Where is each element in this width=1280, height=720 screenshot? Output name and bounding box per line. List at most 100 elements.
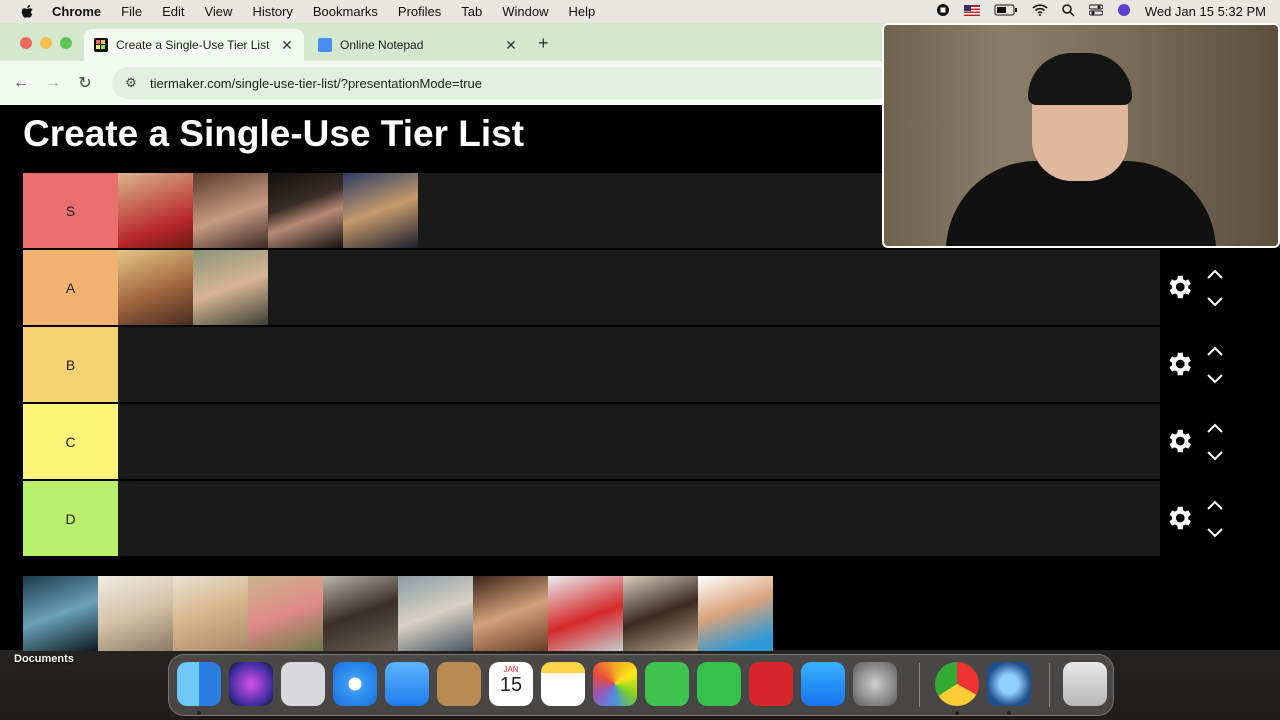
page-title: Create a Single-Use Tier List bbox=[23, 113, 525, 154]
url-text: tiermaker.com/single-use-tier-list/?pres… bbox=[150, 75, 483, 91]
move-down-icon[interactable] bbox=[1206, 527, 1224, 539]
pool-image[interactable] bbox=[623, 576, 698, 651]
tier-controls-a bbox=[1162, 250, 1232, 325]
minimize-window-button[interactable] bbox=[40, 37, 52, 49]
move-up-icon[interactable] bbox=[1206, 422, 1224, 434]
tier-row-a[interactable]: A bbox=[23, 250, 1160, 325]
tier-image[interactable] bbox=[193, 173, 268, 248]
notes-icon[interactable] bbox=[541, 662, 585, 706]
tier-image[interactable] bbox=[343, 173, 418, 248]
trash-icon[interactable] bbox=[1063, 662, 1107, 706]
tier-label[interactable]: S bbox=[23, 173, 118, 248]
calendar-icon[interactable]: JAN 15 bbox=[489, 662, 533, 706]
menu-help[interactable]: Help bbox=[569, 4, 596, 19]
facetime-icon[interactable] bbox=[697, 662, 741, 706]
pool-image[interactable] bbox=[548, 576, 623, 651]
messages-icon[interactable] bbox=[645, 662, 689, 706]
pool-image[interactable] bbox=[473, 576, 548, 651]
settings-gear-icon[interactable] bbox=[1164, 426, 1194, 456]
menu-view[interactable]: View bbox=[204, 4, 232, 19]
pool-image[interactable] bbox=[398, 576, 473, 651]
pool-image[interactable] bbox=[173, 576, 248, 651]
clock[interactable]: Wed Jan 15 5:32 PM bbox=[1145, 4, 1266, 19]
search-icon[interactable] bbox=[1062, 3, 1075, 20]
apple-icon[interactable] bbox=[20, 4, 36, 20]
record-icon[interactable] bbox=[936, 3, 950, 20]
quicktime-icon[interactable] bbox=[987, 662, 1031, 706]
menu-history[interactable]: History bbox=[252, 4, 292, 19]
launchpad-icon[interactable] bbox=[281, 662, 325, 706]
settings-gear-icon[interactable] bbox=[1164, 503, 1194, 533]
pool-image[interactable] bbox=[98, 576, 173, 651]
tier-images bbox=[118, 250, 268, 325]
move-up-icon[interactable] bbox=[1206, 499, 1224, 511]
site-settings-icon[interactable]: ⚙ bbox=[122, 75, 140, 91]
tier-image[interactable] bbox=[118, 173, 193, 248]
app-store-icon[interactable] bbox=[801, 662, 845, 706]
menu-tab[interactable]: Tab bbox=[461, 4, 482, 19]
contacts-icon[interactable] bbox=[437, 662, 481, 706]
wifi-icon[interactable] bbox=[1032, 4, 1048, 19]
presenter-beanie bbox=[1028, 53, 1132, 105]
tier-row-b[interactable]: B bbox=[23, 327, 1160, 402]
photo-booth-icon[interactable] bbox=[749, 662, 793, 706]
screen: Chrome File Edit View History Bookmarks … bbox=[0, 0, 1280, 720]
safari-icon[interactable] bbox=[333, 662, 377, 706]
tier-controls-b bbox=[1162, 327, 1232, 402]
menu-profiles[interactable]: Profiles bbox=[398, 4, 441, 19]
back-icon[interactable]: ← bbox=[10, 74, 32, 92]
address-bar[interactable]: ⚙ tiermaker.com/single-use-tier-list/?pr… bbox=[112, 67, 892, 99]
tier-row-c[interactable]: C bbox=[23, 404, 1160, 479]
calendar-day: 15 bbox=[499, 674, 523, 696]
tier-image[interactable] bbox=[268, 173, 343, 248]
tier-image[interactable] bbox=[118, 250, 193, 325]
move-down-icon[interactable] bbox=[1206, 296, 1224, 308]
siri-icon[interactable] bbox=[229, 662, 273, 706]
menu-file[interactable]: File bbox=[121, 4, 142, 19]
tiermaker-favicon-icon bbox=[94, 38, 108, 52]
move-down-icon[interactable] bbox=[1206, 450, 1224, 462]
pool-image[interactable] bbox=[323, 576, 398, 651]
menu-bookmarks[interactable]: Bookmarks bbox=[313, 4, 378, 19]
documents-folder-label[interactable]: Documents bbox=[14, 653, 74, 665]
system-settings-icon[interactable] bbox=[853, 662, 897, 706]
flag-icon[interactable] bbox=[963, 4, 980, 19]
control-center-icon[interactable] bbox=[1088, 4, 1104, 19]
tier-images bbox=[118, 173, 418, 248]
move-up-icon[interactable] bbox=[1206, 345, 1224, 357]
close-tab-icon[interactable]: ✕ bbox=[280, 37, 294, 54]
siri-menu-icon[interactable] bbox=[1117, 3, 1131, 20]
menu-window[interactable]: Window bbox=[502, 4, 548, 19]
forward-icon[interactable]: → bbox=[42, 74, 64, 92]
photos-icon[interactable] bbox=[593, 662, 637, 706]
tier-label[interactable]: D bbox=[23, 481, 118, 556]
tier-label[interactable]: C bbox=[23, 404, 118, 479]
tier-row-d[interactable]: D bbox=[23, 481, 1160, 556]
finder-icon[interactable] bbox=[177, 662, 221, 706]
tab-tiermaker[interactable]: Create a Single-Use Tier List ✕ bbox=[84, 29, 304, 61]
tier-image[interactable] bbox=[193, 250, 268, 325]
tier-label[interactable]: B bbox=[23, 327, 118, 402]
close-tab-icon[interactable]: ✕ bbox=[504, 37, 518, 54]
webcam-overlay bbox=[882, 23, 1280, 248]
pool-image[interactable] bbox=[248, 576, 323, 651]
pool-image[interactable] bbox=[698, 576, 773, 651]
chrome-icon[interactable] bbox=[935, 662, 979, 706]
move-down-icon[interactable] bbox=[1206, 373, 1224, 385]
menu-edit[interactable]: Edit bbox=[162, 4, 184, 19]
reload-icon[interactable]: ↻ bbox=[74, 73, 96, 93]
tab-online-notepad[interactable]: Online Notepad ✕ bbox=[308, 29, 528, 61]
close-window-button[interactable] bbox=[20, 37, 32, 49]
new-tab-icon[interactable]: + bbox=[538, 33, 549, 54]
mail-icon[interactable] bbox=[385, 662, 429, 706]
menu-app-name[interactable]: Chrome bbox=[52, 4, 101, 19]
settings-gear-icon[interactable] bbox=[1164, 272, 1194, 302]
battery-icon[interactable] bbox=[994, 4, 1018, 19]
settings-gear-icon[interactable] bbox=[1164, 349, 1194, 379]
zoom-window-button[interactable] bbox=[60, 37, 72, 49]
pool-image[interactable] bbox=[23, 576, 98, 651]
tier-label[interactable]: A bbox=[23, 250, 118, 325]
document-favicon-icon bbox=[318, 38, 332, 52]
tier-controls-d bbox=[1162, 481, 1232, 556]
move-up-icon[interactable] bbox=[1206, 268, 1224, 280]
